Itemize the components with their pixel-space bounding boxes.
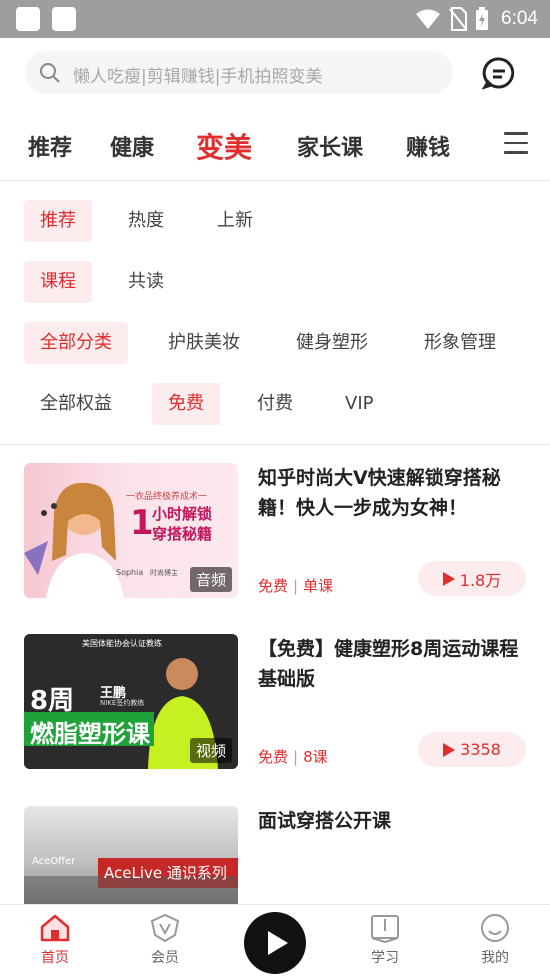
play-icon <box>268 931 288 955</box>
thumbnail-illustration <box>24 858 238 904</box>
thumbnail-banner: 燃脂塑形课 <box>30 720 150 748</box>
media-type-badge: 音频 <box>189 567 232 592</box>
thumbnail-number: 1 <box>130 503 154 543</box>
tab-vip-label: 会员 <box>151 950 179 966</box>
filter-all-benefits[interactable]: 全部权益 <box>24 383 128 425</box>
wifi-icon <box>416 9 441 29</box>
thumbnail-headline: 穿搭秘籍 <box>152 525 213 543</box>
no-sim-icon <box>449 7 468 31</box>
thumbnail-banner: AceLive 通识系列 <box>104 864 227 882</box>
status-time: 6:04 <box>501 8 538 29</box>
lesson-count: 8课 <box>303 748 328 766</box>
filter-recommend[interactable]: 推荐 <box>24 200 92 242</box>
course-title[interactable]: 知乎时尚大V快速解锁穿搭秘籍！快人一步成为女神！ <box>258 463 530 523</box>
tab-study-label: 学习 <box>371 950 399 966</box>
status-bar: 6:04 <box>0 0 550 38</box>
vip-shield-icon <box>150 913 180 943</box>
tab-home-label: 首页 <box>41 950 69 966</box>
filter-popular[interactable]: 热度 <box>112 200 180 242</box>
tab-health[interactable]: 健康 <box>110 130 154 162</box>
play-count: 1.8万 <box>459 570 502 590</box>
tab-study[interactable]: 学习 <box>345 913 425 967</box>
course-thumbnail: AceOffer AceLive 通识系列 <box>24 806 238 904</box>
thumbnail-caption: 一衣品终极养成术一 <box>126 492 208 502</box>
notification-icon <box>52 7 76 31</box>
thumbnail-author: Sophia <box>116 568 144 577</box>
home-icon <box>40 914 70 942</box>
price-label: 免费 <box>258 748 289 766</box>
center-play-button[interactable] <box>244 912 306 974</box>
play-icon <box>442 571 455 586</box>
tab-parent-class[interactable]: 家长课 <box>297 130 363 162</box>
tab-me-label: 我的 <box>481 950 509 966</box>
tab-recommend[interactable]: 推荐 <box>28 130 72 162</box>
category-tabs: 推荐 健康 变美 家长课 赚钱 <box>0 118 550 178</box>
course-thumbnail: 一衣品终极养成术一 1 小时解锁 穿搭秘籍 Sophia 时尚博主 音频 <box>24 463 238 598</box>
book-icon <box>371 915 399 943</box>
filter-free[interactable]: 免费 <box>152 383 220 425</box>
filter-skincare-makeup[interactable]: 护肤美妆 <box>152 322 256 364</box>
profile-icon <box>481 914 509 942</box>
thumbnail-headline: 小时解锁 <box>152 505 213 523</box>
filter-fitness[interactable]: 健身塑形 <box>280 322 384 364</box>
search-icon <box>40 63 60 83</box>
play-count-button[interactable]: 1.8万 <box>418 561 526 596</box>
message-icon[interactable] <box>482 57 516 91</box>
thumbnail-headline: 8周 <box>30 686 75 716</box>
filter-all-categories[interactable]: 全部分类 <box>24 322 128 364</box>
filter-new[interactable]: 上新 <box>201 200 269 242</box>
media-type-badge: 视频 <box>189 738 232 763</box>
course-thumbnail: 美国体能协会认证教练 8周 王鹏 NIKE签约教练 燃脂塑形课 视频 <box>24 634 238 769</box>
filter-vip[interactable]: VIP <box>329 383 389 425</box>
course-card[interactable]: 美国体能协会认证教练 8周 王鹏 NIKE签约教练 燃脂塑形课 视频 【免费】健… <box>24 634 526 770</box>
battery-charging-icon <box>476 7 489 30</box>
play-icon <box>443 742 456 757</box>
course-title[interactable]: 面试穿搭公开课 <box>258 806 530 836</box>
divider <box>0 444 550 445</box>
course-card[interactable]: AceOffer AceLive 通识系列 面试穿搭公开课 <box>24 806 526 904</box>
tab-beauty[interactable]: 变美 <box>196 126 252 166</box>
lesson-count: 单课 <box>303 577 334 595</box>
play-count: 3358 <box>460 740 501 759</box>
course-card[interactable]: 一衣品终极养成术一 1 小时解锁 穿搭秘籍 Sophia 时尚博主 音频 知乎时… <box>24 463 526 599</box>
filter-course[interactable]: 课程 <box>24 261 92 303</box>
course-meta: 免费 | 8课 <box>258 748 328 766</box>
filter-image-management[interactable]: 形象管理 <box>408 322 512 364</box>
thumbnail-caption: 美国体能协会认证教练 <box>82 639 162 648</box>
notification-icon <box>16 7 40 31</box>
thumbnail-coach-title: NIKE签约教练 <box>100 699 145 707</box>
filter-paid[interactable]: 付费 <box>241 383 309 425</box>
play-count-button[interactable]: 3358 <box>418 732 526 767</box>
price-label: 免费 <box>258 577 289 595</box>
thumbnail-author-title: 时尚博主 <box>150 569 178 577</box>
course-title[interactable]: 【免费】健康塑形8周运动课程基础版 <box>258 634 530 694</box>
search-bar[interactable]: 懒人吃瘦|剪辑赚钱|手机拍照变美 <box>25 51 453 94</box>
search-placeholder: 懒人吃瘦|剪辑赚钱|手机拍照变美 <box>73 67 323 87</box>
tab-earn-money[interactable]: 赚钱 <box>406 130 450 162</box>
course-meta: 免费 | 单课 <box>258 577 334 595</box>
tab-vip[interactable]: 会员 <box>125 913 205 967</box>
filter-co-reading[interactable]: 共读 <box>112 261 180 303</box>
thumbnail-brand: AceOffer <box>32 856 76 867</box>
tab-me[interactable]: 我的 <box>455 913 535 967</box>
tab-home[interactable]: 首页 <box>15 913 95 967</box>
divider <box>0 180 550 181</box>
menu-icon[interactable] <box>504 132 528 156</box>
